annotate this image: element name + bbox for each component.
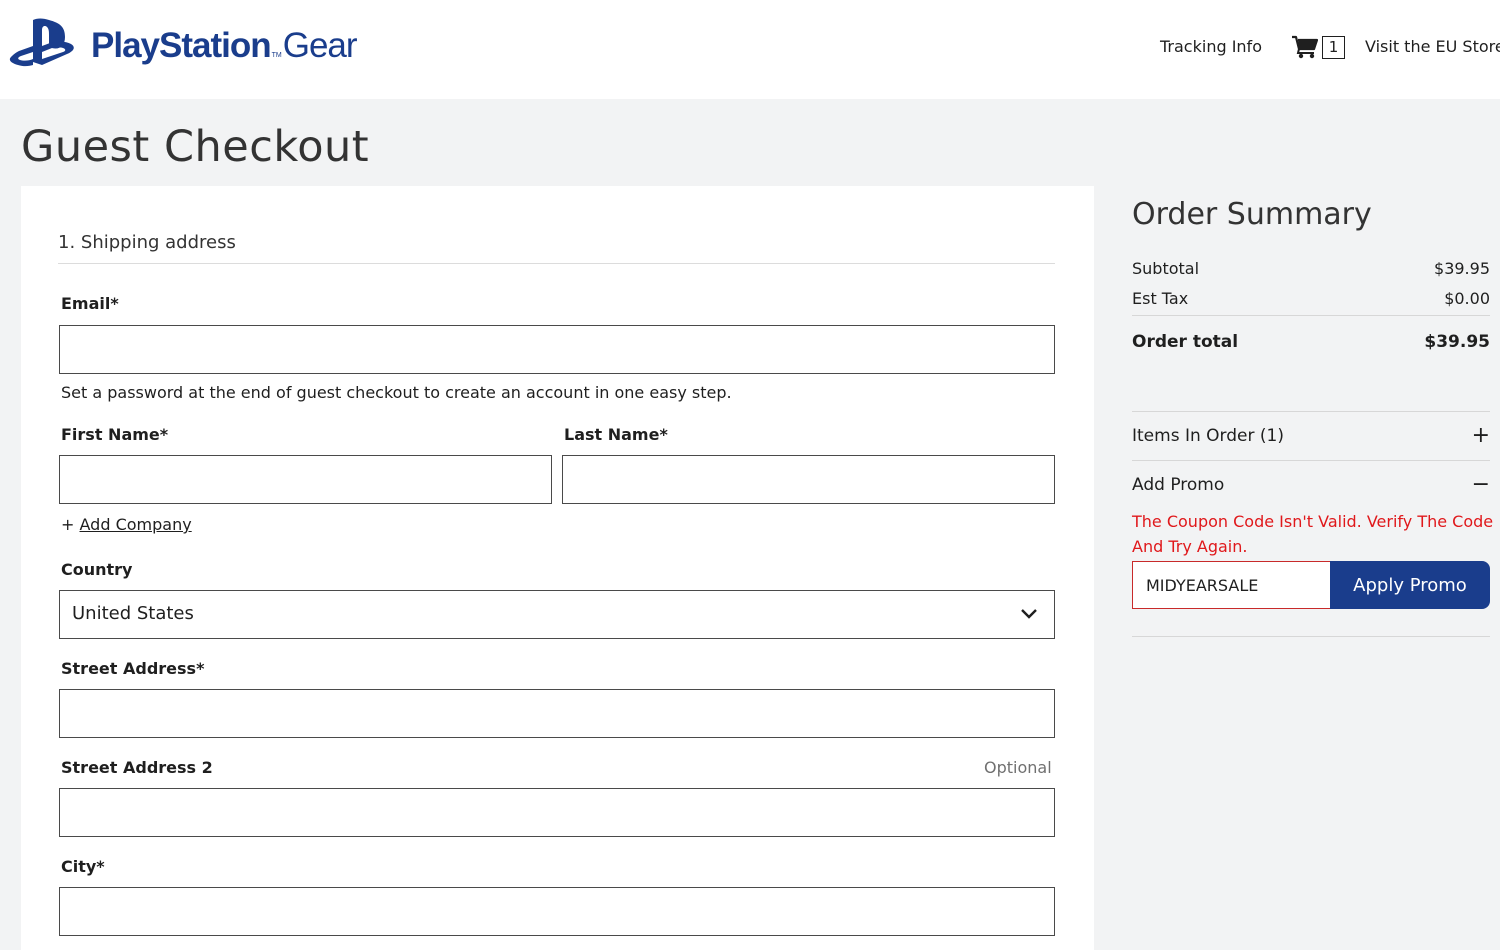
add-promo-label: Add Promo xyxy=(1132,475,1225,495)
section-divider xyxy=(58,263,1055,264)
eu-store-link[interactable]: Visit the EU Store xyxy=(1365,37,1500,56)
subtotal-label: Subtotal xyxy=(1132,259,1200,278)
tax-label: Est Tax xyxy=(1132,289,1189,308)
order-total-value: $39.95 xyxy=(1424,332,1490,352)
email-label: Email* xyxy=(61,294,119,313)
brand-trademark: TM xyxy=(271,52,282,59)
street-address-2-label: Street Address 2 xyxy=(61,758,213,777)
add-company-plus-icon: + xyxy=(61,515,75,534)
brand-wordmark[interactable]: PlayStationTMGear xyxy=(91,26,358,66)
brand-main: PlayStation xyxy=(91,26,272,65)
apply-promo-button[interactable]: Apply Promo xyxy=(1330,561,1490,609)
email-field[interactable] xyxy=(59,325,1055,374)
chevron-down-icon xyxy=(1021,609,1037,619)
site-header: PlayStationTMGear Tracking Info 1 Visit … xyxy=(0,0,1500,99)
optional-tag: Optional xyxy=(984,758,1052,777)
items-in-order-label: Items In Order (1) xyxy=(1132,426,1284,446)
promo-error-message: The Coupon Code Isn't Valid. Verify The … xyxy=(1132,512,1494,556)
tax-value: $0.00 xyxy=(1444,289,1490,308)
add-company-label: Add Company xyxy=(79,515,192,534)
first-name-field[interactable] xyxy=(59,455,552,504)
expand-plus-icon: + xyxy=(1471,423,1490,448)
password-hint: Set a password at the end of guest check… xyxy=(61,383,732,402)
last-name-label: Last Name* xyxy=(564,425,668,444)
country-select[interactable]: United States xyxy=(59,590,1055,639)
summary-bottom-divider xyxy=(1132,636,1490,637)
order-total-row: Order total $39.95 xyxy=(1132,332,1490,352)
cart-count-badge: 1 xyxy=(1322,35,1345,59)
playstation-symbol-icon xyxy=(9,18,74,67)
add-promo-toggle[interactable]: Add Promo − xyxy=(1132,472,1490,497)
section-title: 1. Shipping address xyxy=(58,232,236,253)
items-in-order-toggle[interactable]: Items In Order (1) + xyxy=(1132,423,1490,448)
tax-row: Est Tax $0.00 xyxy=(1132,289,1490,308)
country-label: Country xyxy=(61,560,133,579)
playstation-logo-icon[interactable] xyxy=(9,18,75,70)
first-name-label: First Name* xyxy=(61,425,169,444)
shipping-form-panel: 1. Shipping address Email* Set a passwor… xyxy=(21,186,1094,950)
city-label: City* xyxy=(61,857,105,876)
promo-code-input[interactable] xyxy=(1132,561,1332,609)
add-company-link[interactable]: + Add Company xyxy=(61,515,192,534)
street-address-2-field[interactable] xyxy=(59,788,1055,837)
items-divider xyxy=(1132,411,1490,412)
last-name-field[interactable] xyxy=(562,455,1055,504)
city-field[interactable] xyxy=(59,887,1055,936)
cart-button[interactable]: 1 xyxy=(1292,35,1345,59)
order-total-label: Order total xyxy=(1132,332,1239,352)
order-summary-title: Order Summary xyxy=(1132,197,1372,232)
brand-sub: Gear xyxy=(282,26,358,65)
cart-icon xyxy=(1292,35,1318,59)
tracking-info-link[interactable]: Tracking Info xyxy=(1160,37,1262,56)
country-select-value: United States xyxy=(72,603,194,624)
street-address-label: Street Address* xyxy=(61,659,205,678)
page-title: Guest Checkout xyxy=(21,122,370,172)
street-address-field[interactable] xyxy=(59,689,1055,738)
collapse-minus-icon: − xyxy=(1471,472,1490,497)
summary-divider xyxy=(1132,315,1490,316)
subtotal-value: $39.95 xyxy=(1434,259,1490,278)
promo-divider xyxy=(1132,460,1490,461)
subtotal-row: Subtotal $39.95 xyxy=(1132,259,1490,278)
